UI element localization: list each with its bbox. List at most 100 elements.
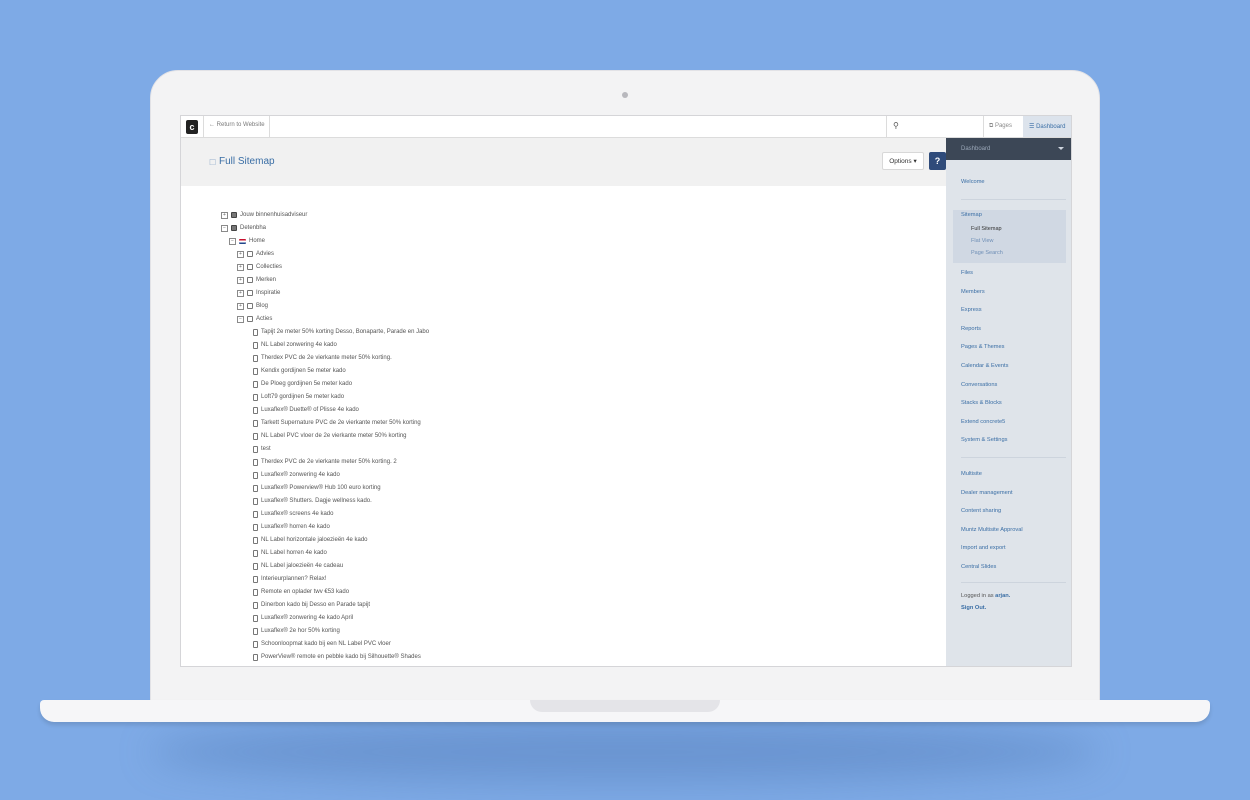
page-icon bbox=[253, 536, 258, 544]
tree-node-page[interactable]: Luxaflex® Shutters. Dagje wellness kado. bbox=[253, 495, 372, 507]
tree-node-page[interactable]: Therdex PVC de 2e vierkante meter 50% ko… bbox=[253, 352, 392, 364]
tree-node-label: Dinerbon kado bij Desso en Parade tapijt bbox=[261, 602, 371, 608]
expand-icon[interactable]: + bbox=[221, 211, 228, 219]
sidebar-item-welcome[interactable]: Welcome bbox=[961, 179, 985, 185]
sidebar-item[interactable]: Content sharing bbox=[961, 508, 1001, 514]
tree-node-page[interactable]: NL Label zonwering 4e kado bbox=[253, 339, 337, 351]
tree-node-page[interactable]: Interieurplannen? Relax! bbox=[253, 573, 326, 585]
expand-icon[interactable]: + bbox=[237, 302, 244, 310]
sidebar-item[interactable]: Central Slides bbox=[961, 564, 996, 570]
sidebar-item[interactable]: Dealer management bbox=[961, 490, 1013, 496]
concrete5-logo-icon[interactable]: c bbox=[186, 120, 198, 134]
sidebar-subitem-flat-view[interactable]: Flat View bbox=[971, 238, 994, 244]
tree-node-page[interactable]: Luxaflex® 2e hor 50% korting bbox=[253, 625, 340, 637]
tree-node-page[interactable]: Tarkett Supernature PVC de 2e vierkante … bbox=[253, 417, 421, 429]
sidebar-item[interactable]: System & Settings bbox=[961, 437, 1007, 443]
tree-node-page[interactable]: NL Label horren 4e kado bbox=[253, 547, 327, 559]
tree-node-page[interactable]: Luxaflex® zonwering 4e kado April bbox=[253, 612, 353, 624]
dashboard-button[interactable]: ☰ Dashboard bbox=[1023, 116, 1071, 137]
caret-down-icon bbox=[1058, 147, 1064, 150]
page-icon bbox=[253, 640, 258, 648]
sign-out-link[interactable]: Sign Out. bbox=[961, 605, 986, 611]
collapse-icon[interactable]: − bbox=[221, 224, 228, 232]
tree-node-label: Interieurplannen? Relax! bbox=[261, 576, 327, 582]
page-icon bbox=[253, 601, 258, 609]
options-button[interactable]: Options ▾ bbox=[882, 152, 924, 170]
sidebar-header[interactable]: Dashboard bbox=[946, 138, 1071, 160]
tree-node-page[interactable]: De Ploeg gordijnen 5e meter kado bbox=[253, 378, 352, 390]
tree-node-page[interactable]: Schoonloopmat kado bij een NL Label PVC … bbox=[253, 638, 391, 650]
expand-icon[interactable]: + bbox=[237, 289, 244, 297]
caret-down-icon: ▾ bbox=[913, 158, 917, 165]
tree-node-page[interactable]: Luxaflex® zonwering 4e kado bbox=[253, 469, 340, 481]
search-icon[interactable]: ⚲ bbox=[893, 121, 899, 130]
sliders-icon: ☰ bbox=[1029, 124, 1035, 130]
sidebar-item[interactable]: Express bbox=[961, 307, 982, 313]
sidebar-item[interactable]: Pages & Themes bbox=[961, 344, 1005, 350]
sidebar-divider bbox=[961, 582, 1066, 583]
sidebar-item[interactable]: Calendar & Events bbox=[961, 363, 1008, 369]
sidebar-item[interactable]: Stacks & Blocks bbox=[961, 400, 1002, 406]
collapse-icon[interactable]: − bbox=[229, 237, 236, 245]
help-button[interactable]: ? bbox=[929, 152, 946, 170]
tree-node-site[interactable]: + Jouw binnenhuisadviseur bbox=[221, 209, 307, 221]
tree-node-home[interactable]: − Home bbox=[229, 235, 265, 247]
tree-node-page[interactable]: NL Label PVC vloer de 2e vierkante meter… bbox=[253, 430, 407, 442]
top-toolbar: c ← Return to Website ⚲ ⧉ Pages ☰ Dashbo… bbox=[181, 116, 1071, 138]
return-to-website-link[interactable]: ← Return to Website bbox=[209, 122, 265, 128]
pages-button[interactable]: ⧉ Pages bbox=[989, 123, 1012, 130]
page-icon bbox=[253, 653, 258, 661]
sidebar-item[interactable]: Muntz Multisite Approval bbox=[961, 527, 1023, 533]
collapse-icon[interactable]: − bbox=[237, 315, 244, 323]
page-icon bbox=[253, 445, 258, 453]
tree-node-label: Luxaflex® Powerview® Hub 100 euro kortin… bbox=[261, 485, 381, 491]
expand-icon[interactable]: + bbox=[237, 276, 244, 284]
tree-node-page[interactable]: Dinerbon kado bij Desso en Parade tapijt bbox=[253, 599, 370, 611]
page-icon bbox=[253, 562, 258, 570]
tree-node-label: PowerView® remote en pebble kado bij Sil… bbox=[261, 654, 421, 660]
sidebar-subitem-full-sitemap[interactable]: Full Sitemap bbox=[971, 226, 1002, 232]
tree-node-folder[interactable]: + Merken bbox=[237, 274, 276, 286]
tree-node-page[interactable]: Luxaflex® Powerview® Hub 100 euro kortin… bbox=[253, 482, 381, 494]
tree-node-page[interactable]: Tapijt 2e meter 50% korting Desso, Bonap… bbox=[253, 326, 429, 338]
sidebar-item[interactable]: Conversations bbox=[961, 382, 997, 388]
tree-node-page[interactable]: Luxaflex® horren 4e kado bbox=[253, 521, 330, 533]
tree-node-page[interactable]: Kendix gordijnen 5e meter kado bbox=[253, 365, 346, 377]
tree-node-folder[interactable]: + Inspiratie bbox=[237, 287, 280, 299]
tree-node-page[interactable]: PowerView® remote en pebble kado bij Sil… bbox=[253, 651, 421, 663]
sidebar-subitem-page-search[interactable]: Page Search bbox=[971, 250, 1003, 256]
tree-node-page[interactable]: Remote en oplader twv €53 kado bbox=[253, 586, 349, 598]
sidebar-item[interactable]: Import and export bbox=[961, 545, 1006, 551]
expand-icon[interactable]: + bbox=[237, 263, 244, 271]
tree-node-page[interactable]: Loft79 gordijnen 5e meter kado bbox=[253, 391, 344, 403]
tree-node-label: Tapijt 2e meter 50% korting Desso, Bonap… bbox=[261, 329, 430, 335]
tree-node-page[interactable]: Luxaflex® Duette® of Plisse 4e kado bbox=[253, 404, 359, 416]
sidebar-item[interactable]: Extend concrete5 bbox=[961, 419, 1005, 425]
expand-icon[interactable]: + bbox=[237, 250, 244, 258]
laptop-shadow bbox=[150, 722, 1100, 782]
sidebar-item[interactable]: Multisite bbox=[961, 471, 982, 477]
tree-node-page[interactable]: NL Label jaloezieën 4e cadeau bbox=[253, 560, 343, 572]
tree-node-label: Remote en oplader twv €53 kado bbox=[261, 589, 350, 595]
tree-node-site[interactable]: − Detenbha bbox=[221, 222, 266, 234]
bookmark-icon[interactable]: ☐ bbox=[209, 158, 216, 167]
tree-node-page[interactable]: Luxaflex® screens 4e kado bbox=[253, 508, 333, 520]
tree-node-folder[interactable]: + Blog bbox=[237, 300, 268, 312]
logged-in-prefix: Logged in as bbox=[961, 593, 994, 599]
page-icon bbox=[253, 497, 258, 505]
page-icon bbox=[253, 393, 258, 401]
tree-node-folder[interactable]: + Collecties bbox=[237, 261, 282, 273]
sidebar-item[interactable]: Members bbox=[961, 289, 985, 295]
laptop-base-notch bbox=[530, 700, 720, 712]
tree-node-page[interactable]: Therdex PVC de 2e vierkante meter 50% ko… bbox=[253, 456, 397, 468]
tree-node-folder[interactable]: − Acties bbox=[237, 313, 272, 325]
tree-node-page[interactable]: NL Label horizontale jaloezieën 4e kado bbox=[253, 534, 368, 546]
username[interactable]: arjan. bbox=[995, 593, 1010, 599]
sidebar-item-sitemap[interactable]: Sitemap bbox=[961, 212, 982, 218]
tree-node-label: Jouw binnenhuisadviseur bbox=[240, 212, 308, 218]
page-icon bbox=[253, 432, 258, 440]
tree-node-page[interactable]: test bbox=[253, 443, 271, 455]
sidebar-item[interactable]: Reports bbox=[961, 326, 981, 332]
tree-node-folder[interactable]: + Advies bbox=[237, 248, 274, 260]
sidebar-item[interactable]: Files bbox=[961, 270, 973, 276]
